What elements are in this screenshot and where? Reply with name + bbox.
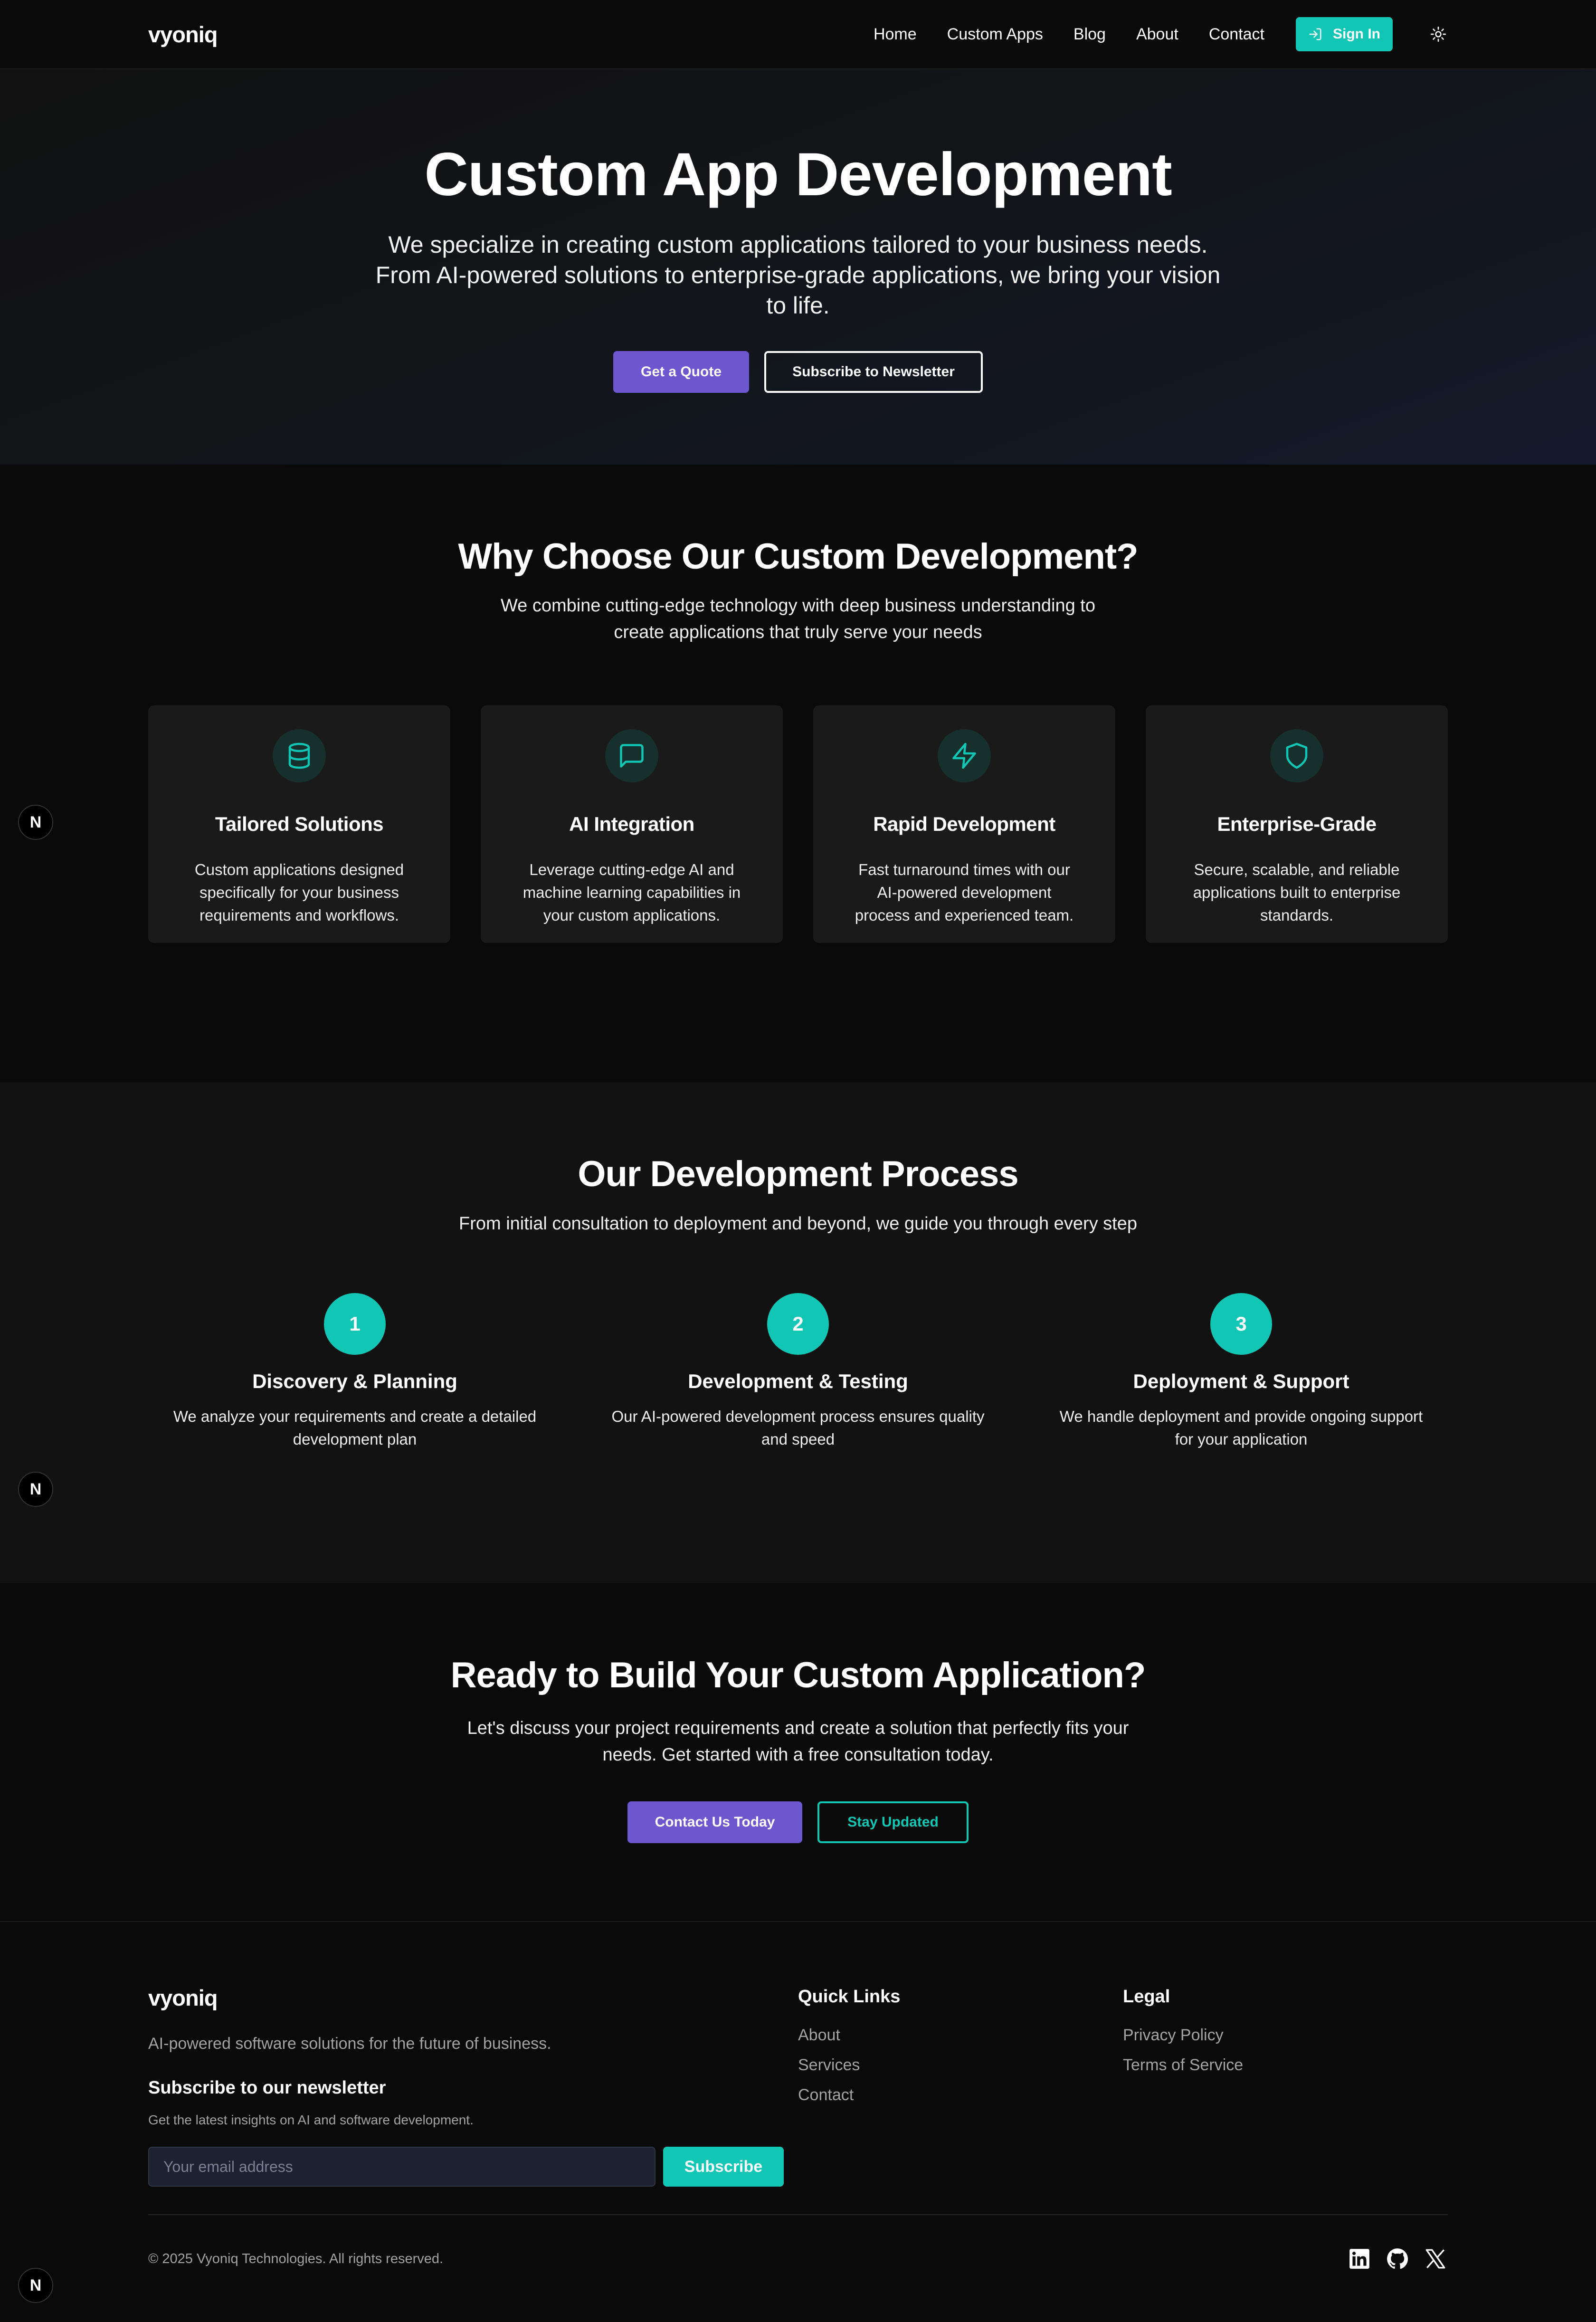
feature-icon-wrap (605, 729, 658, 782)
feature-card: AI Integration Leverage cutting-edge AI … (481, 705, 783, 943)
process-title: Our Development Process (578, 1154, 1018, 1194)
database-icon (288, 742, 310, 769)
get-quote-button[interactable]: Get a Quote (613, 351, 749, 393)
subscribe-newsletter-button[interactable]: Subscribe to Newsletter (764, 351, 983, 393)
linkedin-icon (1349, 2249, 1369, 2269)
sign-in-icon (1309, 28, 1321, 40)
why-choose-section: Why Choose Our Custom Development? We co… (0, 465, 1596, 1082)
quick-links-list: About Services Contact (798, 2026, 1123, 2104)
footer-link-contact[interactable]: Contact (798, 2086, 1123, 2104)
nav-link-about[interactable]: About (1136, 25, 1178, 44)
chat-icon (620, 744, 644, 768)
process-step: 2 Development & Testing Our AI-powered d… (591, 1293, 1005, 1451)
feature-icon-wrap (938, 729, 991, 782)
footer-link-about[interactable]: About (798, 2026, 1123, 2045)
feature-icon-wrap (273, 729, 326, 782)
top-navbar: vyoniq Home Custom Apps Blog About Conta… (0, 0, 1596, 69)
sign-in-label: Sign In (1333, 26, 1380, 42)
nav-links: Home Custom Apps Blog About Contact Sign… (874, 17, 1448, 51)
newsletter-form: Subscribe (148, 2147, 798, 2187)
hero-title: Custom App Development (424, 141, 1172, 209)
step-text: We analyze your requirements and create … (173, 1408, 537, 1448)
x-icon (1425, 2249, 1445, 2269)
step-text: Our AI-powered development process ensur… (611, 1408, 985, 1448)
feature-text: Fast turnaround times with our AI-powere… (855, 861, 1074, 924)
email-input[interactable] (148, 2147, 656, 2187)
feature-card: Enterprise-Grade Secure, scalable, and r… (1146, 705, 1448, 943)
legal-column: Legal Privacy Policy Terms of Service (1123, 1985, 1448, 2187)
sign-in-button[interactable]: Sign In (1296, 17, 1393, 51)
stay-updated-button[interactable]: Stay Updated (817, 1801, 969, 1843)
hero-description: We specialize in creating custom applica… (375, 231, 1221, 319)
feature-text: Leverage cutting-edge AI and machine lea… (522, 861, 741, 924)
process-step: 1 Discovery & Planning We analyze your r… (148, 1293, 561, 1451)
hero-buttons: Get a Quote Subscribe to Newsletter (0, 351, 1596, 393)
footer-brand: vyoniq AI-powered software solutions for… (148, 1985, 798, 2187)
legal-links-list: Privacy Policy Terms of Service (1123, 2026, 1448, 2075)
footer-logo[interactable]: vyoniq (148, 1985, 798, 2011)
process-step: 3 Deployment & Support We handle deploym… (1035, 1293, 1448, 1451)
copyright: © 2025 Vyoniq Technologies. All rights r… (148, 2251, 444, 2266)
footer-link-terms[interactable]: Terms of Service (1123, 2056, 1448, 2075)
github-link[interactable] (1385, 2246, 1410, 2271)
feature-text: Secure, scalable, and reliable applicati… (1193, 861, 1401, 924)
step-title: Deployment & Support (1133, 1370, 1349, 1392)
step-title: Discovery & Planning (252, 1370, 457, 1392)
linkedin-link[interactable] (1347, 2246, 1372, 2271)
feature-title: Tailored Solutions (215, 813, 384, 835)
sun-icon (1431, 27, 1446, 42)
step-title: Development & Testing (688, 1370, 908, 1392)
step-number: 2 (767, 1293, 829, 1355)
github-icon (1387, 2248, 1408, 2269)
step-number: 3 (1210, 1293, 1272, 1355)
feature-title: Enterprise-Grade (1217, 813, 1377, 835)
footer-bottom: © 2025 Vyoniq Technologies. All rights r… (148, 2246, 1448, 2271)
process-subtitle: From initial consultation to deployment … (459, 1214, 1137, 1234)
footer-top: vyoniq AI-powered software solutions for… (148, 1985, 1448, 2187)
cta-text: Let's discuss your project requirements … (467, 1718, 1129, 1765)
feature-icon-wrap (1270, 729, 1323, 782)
social-links (1334, 2246, 1448, 2271)
nav-link-blog[interactable]: Blog (1074, 25, 1106, 44)
dev-tools-badge[interactable]: N (18, 1472, 53, 1507)
feature-card: Rapid Development Fast turnaround times … (813, 705, 1115, 943)
dev-tools-badge[interactable]: N (18, 805, 53, 840)
hero-section: Custom App Development We specialize in … (0, 69, 1596, 465)
x-link[interactable] (1423, 2246, 1448, 2271)
why-title: Why Choose Our Custom Development? (458, 536, 1138, 577)
cta-section: Ready to Build Your Custom Application? … (0, 1583, 1596, 1922)
cta-buttons: Contact Us Today Stay Updated (0, 1801, 1596, 1843)
newsletter-description: Get the latest insights on AI and softwa… (148, 2113, 474, 2127)
nav-link-custom-apps[interactable]: Custom Apps (947, 25, 1043, 44)
lightning-icon (952, 742, 976, 769)
cta-title: Ready to Build Your Custom Application? (450, 1655, 1146, 1695)
process-steps: 1 Discovery & Planning We analyze your r… (148, 1293, 1448, 1451)
feature-title: Rapid Development (873, 813, 1055, 835)
shield-icon (1286, 742, 1308, 769)
legal-title: Legal (1123, 1987, 1170, 2007)
subscribe-button[interactable]: Subscribe (663, 2147, 784, 2187)
feature-cards: Tailored Solutions Custom applications d… (148, 705, 1448, 943)
theme-toggle-button[interactable] (1429, 25, 1448, 44)
why-subtitle: We combine cutting-edge technology with … (501, 596, 1095, 642)
footer-divider (148, 2214, 1448, 2215)
feature-text: Custom applications designed specificall… (194, 861, 404, 924)
quick-links-title: Quick Links (798, 1987, 901, 2007)
process-section: Our Development Process From initial con… (0, 1082, 1596, 1583)
footer-link-services[interactable]: Services (798, 2056, 1123, 2075)
nav-link-home[interactable]: Home (874, 25, 917, 44)
feature-card: Tailored Solutions Custom applications d… (148, 705, 450, 943)
footer-tagline: AI-powered software solutions for the fu… (148, 2035, 551, 2053)
footer: vyoniq AI-powered software solutions for… (0, 1922, 1596, 2321)
dev-tools-badge[interactable]: N (18, 2268, 53, 2303)
feature-title: AI Integration (569, 813, 694, 835)
step-text: We handle deployment and provide ongoing… (1059, 1408, 1423, 1448)
step-number: 1 (324, 1293, 386, 1355)
brand-logo[interactable]: vyoniq (148, 21, 218, 48)
nav-link-contact[interactable]: Contact (1209, 25, 1264, 44)
footer-link-privacy[interactable]: Privacy Policy (1123, 2026, 1448, 2045)
contact-us-button[interactable]: Contact Us Today (627, 1801, 802, 1843)
newsletter-title: Subscribe to our newsletter (148, 2078, 386, 2098)
quick-links-column: Quick Links About Services Contact (798, 1985, 1123, 2187)
